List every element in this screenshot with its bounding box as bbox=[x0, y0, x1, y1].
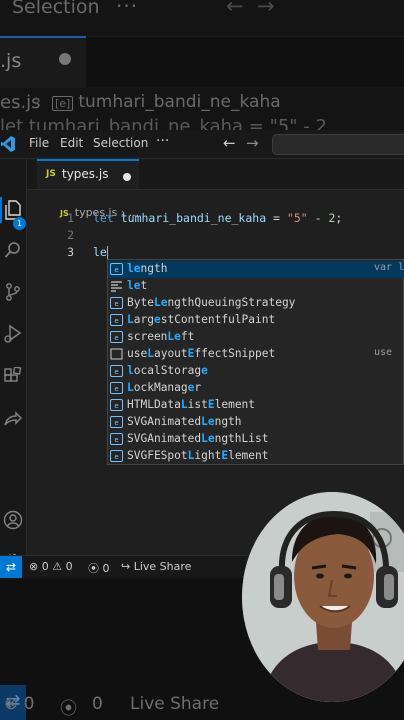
operator: - bbox=[307, 211, 329, 225]
suggestion-item[interactable]: e SVGAnimatedLength bbox=[108, 414, 404, 431]
suggestion-label: LockManager bbox=[127, 381, 202, 394]
line-number: 1 bbox=[67, 211, 74, 225]
line-number: 2 bbox=[67, 228, 74, 242]
bg-more-icon: ··· bbox=[116, 0, 139, 18]
suggestion-detail: use bbox=[374, 347, 393, 358]
menu-edit[interactable]: Edit bbox=[60, 136, 83, 150]
suggestion-item[interactable]: useLayoutEffectSnippet use bbox=[108, 346, 404, 363]
svg-text:e: e bbox=[114, 436, 118, 444]
bg-breadcrumb-symbol: [e] tumhari_bandi_ne_kaha bbox=[52, 92, 281, 112]
menu-file[interactable]: File bbox=[29, 136, 49, 150]
suggestion-label: screenLeft bbox=[127, 330, 195, 343]
bg-menu-selection: Selection bbox=[12, 0, 100, 18]
problems-status[interactable]: ⊗ 0 ⚠ 0 bbox=[29, 560, 73, 573]
extensions-icon[interactable] bbox=[0, 363, 26, 389]
suggestion-item[interactable]: e SVGFESpotLightElement bbox=[108, 448, 404, 465]
suggestion-detail: var le bbox=[374, 262, 404, 273]
more-menu-icon[interactable]: ··· bbox=[156, 133, 169, 149]
accounts-icon[interactable] bbox=[0, 507, 26, 533]
explorer-icon[interactable]: 1 bbox=[0, 197, 26, 230]
suggestion-label: LargestContentfulPaint bbox=[127, 313, 276, 326]
bg-problems-status: ⊗ 0 bbox=[4, 694, 35, 714]
vscode-logo-icon bbox=[1, 136, 15, 152]
variable-name: tumhari_bandi_ne_kaha bbox=[120, 211, 267, 225]
svg-text:e: e bbox=[114, 266, 118, 274]
svg-text:e: e bbox=[114, 385, 118, 393]
broadcast-icon: ⦿ bbox=[88, 562, 103, 575]
suggestion-label: ByteLengthQueuingStrategy bbox=[127, 296, 296, 309]
bg-tab-label: .js bbox=[0, 50, 22, 72]
live-share-icon[interactable] bbox=[0, 407, 26, 433]
keyword-let: let bbox=[93, 211, 114, 225]
command-center-search[interactable] bbox=[272, 134, 404, 155]
title-bar: File Edit Selection ··· ← → bbox=[0, 130, 404, 159]
js-file-icon: JS bbox=[46, 169, 56, 179]
svg-text:e: e bbox=[114, 300, 118, 308]
svg-text:e: e bbox=[114, 317, 118, 325]
suggestion-item[interactable]: e SVGAnimatedLengthList bbox=[108, 431, 404, 448]
suggestion-label: length bbox=[127, 262, 168, 275]
bg-broadcast-icon: ⦿ bbox=[60, 699, 77, 719]
activity-bar: 1 bbox=[0, 159, 27, 571]
suggestion-item[interactable]: e localStorage bbox=[108, 363, 404, 380]
svg-text:e: e bbox=[114, 368, 118, 376]
live-share-status[interactable]: ↪ Live Share bbox=[121, 560, 191, 573]
semicolon: ; bbox=[335, 211, 343, 225]
editor-tabs: JS types.js bbox=[27, 159, 404, 190]
bg-code-line: let tumhari_bandi_ne_kaha = "5" - 2 bbox=[0, 116, 327, 130]
suggestion-item[interactable]: e ByteLengthQueuingStrategy bbox=[108, 295, 404, 312]
tab-label: types.js bbox=[62, 167, 109, 181]
run-debug-icon[interactable] bbox=[0, 321, 26, 347]
suggestion-label: SVGFESpotLightElement bbox=[127, 449, 269, 462]
bg-ports-status: 0 bbox=[92, 694, 103, 714]
bg-unsaved-dot-icon bbox=[59, 53, 71, 65]
svg-text:e: e bbox=[114, 334, 118, 342]
unsaved-dot-icon[interactable] bbox=[123, 173, 131, 181]
source-control-icon[interactable] bbox=[0, 279, 26, 305]
suggestion-label: useLayoutEffectSnippet bbox=[127, 347, 276, 360]
suggestion-item[interactable]: e screenLeft bbox=[108, 329, 404, 346]
bg-nav-arrows-icon: ← → bbox=[226, 0, 275, 18]
suggestion-item[interactable]: e length var le bbox=[108, 261, 404, 278]
suggestion-item[interactable]: e LockManager bbox=[108, 380, 404, 397]
suggestion-label: SVGAnimatedLengthList bbox=[127, 432, 269, 445]
menu-selection[interactable]: Selection bbox=[93, 136, 148, 150]
background-editor: Selection ··· ← → .js es.js › [e] tumhari… bbox=[0, 0, 404, 130]
suggestion-item[interactable]: e LargestContentfulPaint bbox=[108, 312, 404, 329]
remote-indicator-icon[interactable]: ⇄ bbox=[0, 556, 22, 579]
explorer-badge: 1 bbox=[13, 217, 26, 230]
code-line-1: let tumhari_bandi_ne_kaha = "5" - 2; bbox=[93, 211, 342, 225]
string-literal: "5" bbox=[286, 211, 308, 225]
suggestion-item[interactable]: let bbox=[108, 278, 404, 295]
suggest-widget[interactable]: e length var le let e ByteLengthQueuingStrate… bbox=[107, 259, 404, 465]
tab-types-js[interactable]: JS types.js bbox=[37, 159, 139, 189]
back-arrow-icon[interactable]: ← bbox=[223, 134, 236, 152]
code-line-3: le bbox=[93, 245, 108, 260]
search-icon[interactable] bbox=[0, 237, 26, 263]
live-share-icon: ↪ bbox=[121, 560, 134, 573]
suggestion-label: HTMLDataListElement bbox=[127, 398, 256, 411]
line-number: 3 bbox=[67, 245, 74, 259]
svg-text:e: e bbox=[114, 419, 118, 427]
suggestion-label: SVGAnimatedLength bbox=[127, 415, 242, 428]
svg-text:e: e bbox=[114, 402, 118, 410]
ports-status[interactable]: ⦿ 0 bbox=[88, 560, 110, 576]
operator: = bbox=[266, 211, 287, 225]
bg-liveshare-label: Live Share bbox=[130, 694, 220, 714]
bg-breadcrumb-separator-icon: › bbox=[34, 90, 42, 111]
text-cursor bbox=[106, 245, 108, 260]
suggestion-label: let bbox=[127, 279, 148, 292]
bg-variable-icon: [e] bbox=[52, 96, 74, 111]
suggestion-label: localStorage bbox=[127, 364, 208, 377]
svg-text:e: e bbox=[114, 453, 118, 461]
suggestion-item[interactable]: e HTMLDataListElement bbox=[108, 397, 404, 414]
forward-arrow-icon[interactable]: → bbox=[246, 134, 259, 152]
typed-text: le bbox=[93, 245, 107, 259]
